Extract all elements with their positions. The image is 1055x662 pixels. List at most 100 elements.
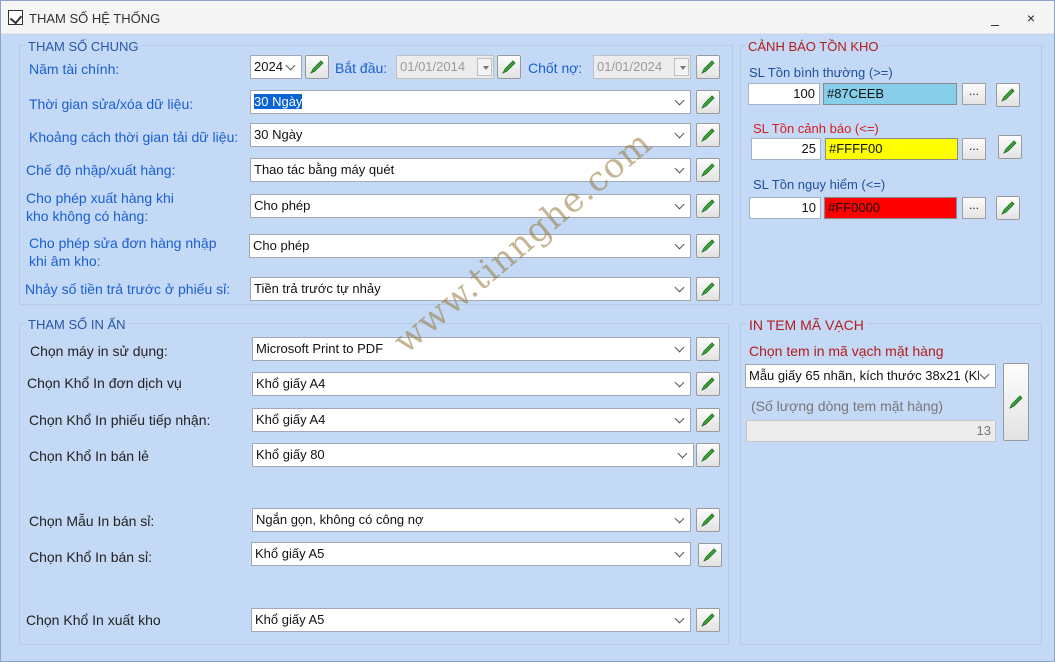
chevron-down-icon: [674, 124, 686, 146]
prepaid-edit-button[interactable]: [696, 277, 720, 301]
warning-color-browse-button[interactable]: ...: [962, 138, 986, 160]
warning-stock-edit-button[interactable]: [998, 135, 1022, 159]
allow-edit-edit-button[interactable]: [696, 234, 720, 258]
chevron-down-icon: [674, 91, 686, 113]
warehouse-paper-edit-button[interactable]: [696, 608, 720, 632]
start-date-picker[interactable]: 01/01/2014: [396, 55, 494, 79]
load-interval-edit-button[interactable]: [696, 123, 720, 147]
chevron-down-icon: [674, 278, 686, 300]
retail-paper-edit-button[interactable]: [696, 443, 720, 467]
receipt-paper-select[interactable]: Khổ giấy A4: [252, 408, 691, 432]
pencil-icon: [1001, 201, 1015, 215]
chevron-down-icon: [674, 338, 686, 360]
start-date-value: 01/01/2014: [400, 59, 466, 74]
allow-export-label: Cho phép xuất hàng khi: [26, 190, 174, 206]
load-interval-label: Khoảng cách thời gian tải dữ liệu:: [29, 129, 239, 145]
warehouse-paper-select[interactable]: Khổ giấy A5: [251, 608, 691, 632]
allow-export-label-2: kho không có hàng:: [26, 208, 149, 224]
edit-time-label: Thời gian sửa/xóa dữ liệu:: [29, 96, 194, 112]
fiscal-year-edit-button[interactable]: [305, 55, 329, 79]
barcode-lines-label: (Số lượng dòng tem mặt hàng): [751, 398, 944, 414]
barcode-group-title: IN TEM MÃ VẠCH: [746, 317, 867, 333]
barcode-lines-input[interactable]: 13: [746, 420, 996, 442]
chevron-down-icon: [674, 609, 686, 631]
barcode-template-select[interactable]: Mẫu giấy 65 nhãn, kích thước 38x21 (Kh: [745, 364, 996, 388]
chevron-down-icon: [674, 409, 686, 431]
barcode-template-value: Mẫu giấy 65 nhãn, kích thước 38x21 (Kh: [749, 368, 985, 383]
allow-edit-select[interactable]: Cho phép: [249, 234, 691, 258]
printer-edit-button[interactable]: [696, 337, 720, 361]
closing-date-picker[interactable]: 01/01/2024: [593, 55, 691, 79]
pencil-icon: [701, 163, 715, 177]
start-date-edit-button[interactable]: [497, 55, 521, 79]
allow-edit-label: Cho phép sửa đơn hàng nhập: [29, 235, 217, 251]
edit-time-edit-button[interactable]: [696, 90, 720, 114]
allow-export-select[interactable]: Cho phép: [250, 194, 691, 218]
service-paper-edit-button[interactable]: [696, 372, 720, 396]
warehouse-paper-value: Khổ giấy A5: [255, 612, 325, 627]
normal-stock-color[interactable]: #87CEEB: [823, 83, 957, 105]
wholesale-paper-select[interactable]: Khổ giấy A5: [251, 542, 691, 566]
pencil-icon: [701, 95, 715, 109]
normal-stock-input[interactable]: 100: [748, 83, 820, 105]
danger-color-browse-button[interactable]: ...: [962, 197, 986, 219]
calendar-dropdown-icon: [674, 58, 689, 76]
barcode-edit-button[interactable]: [1003, 363, 1029, 441]
edit-time-value: 30 Ngày: [254, 94, 303, 109]
printer-select[interactable]: Microsoft Print to PDF: [252, 337, 691, 361]
wholesale-template-edit-button[interactable]: [696, 508, 720, 532]
danger-stock-color[interactable]: #FF0000: [824, 197, 957, 219]
title-bar: THAM SỐ HỆ THỐNG _ ×: [1, 1, 1054, 34]
pencil-icon: [701, 413, 715, 427]
pencil-icon: [701, 199, 715, 213]
chevron-down-icon: [674, 159, 686, 181]
window-app-icon: [8, 10, 23, 25]
wholesale-template-label: Chọn Mẫu In bán sỉ:: [29, 513, 155, 529]
pencil-icon: [701, 513, 715, 527]
retail-paper-label: Chọn Khổ In bán lẻ: [29, 448, 149, 464]
print-group-title: THAM SỐ IN ẤN: [25, 317, 129, 332]
close-button[interactable]: ×: [1017, 7, 1045, 29]
pencil-icon: [701, 448, 715, 462]
wholesale-template-select[interactable]: Ngắn gọn, không có công nợ: [252, 508, 691, 532]
printer-label: Chọn máy in sử dụng:: [30, 343, 168, 359]
normal-color-browse-button[interactable]: ...: [962, 83, 986, 105]
allow-edit-label-2: khi âm kho:: [29, 253, 101, 269]
pencil-icon: [701, 128, 715, 142]
service-paper-select[interactable]: Khổ giấy A4: [252, 372, 691, 396]
edit-time-select[interactable]: 30 Ngày: [250, 90, 691, 114]
chevron-down-icon: [677, 444, 689, 466]
retail-paper-select[interactable]: Khổ giấy 80: [252, 443, 694, 467]
wholesale-paper-edit-button[interactable]: [698, 543, 722, 567]
warning-stock-input[interactable]: 25: [751, 138, 821, 160]
chevron-down-icon: [674, 543, 686, 565]
pencil-icon: [1009, 395, 1023, 409]
normal-stock-edit-button[interactable]: [996, 83, 1020, 107]
allow-export-value: Cho phép: [254, 198, 311, 213]
pencil-icon: [701, 60, 715, 74]
service-paper-value: Khổ giấy A4: [256, 376, 326, 391]
start-date-label: Bắt đầu:: [335, 60, 388, 76]
warning-stock-label: SL Tồn cảnh báo (<=): [753, 121, 879, 136]
calendar-dropdown-icon: [477, 58, 492, 76]
stock-alert-title: CẢNH BÁO TỒN KHO: [745, 39, 882, 54]
wholesale-template-value: Ngắn gọn, không có công nợ: [256, 512, 424, 527]
prepaid-value: Tiền trả trước tự nhảy: [254, 281, 381, 296]
io-mode-label: Chế độ nhập/xuất hàng:: [26, 162, 176, 178]
receipt-paper-edit-button[interactable]: [696, 408, 720, 432]
chevron-down-icon: [285, 56, 297, 78]
chevron-down-icon: [979, 365, 991, 387]
fiscal-year-select[interactable]: 2024: [250, 55, 302, 79]
io-mode-edit-button[interactable]: [696, 158, 720, 182]
closing-date-edit-button[interactable]: [696, 55, 720, 79]
pencil-icon: [1001, 88, 1015, 102]
wholesale-paper-value: Khổ giấy A5: [255, 546, 325, 561]
chevron-down-icon: [674, 509, 686, 531]
receipt-paper-label: Chọn Khổ In phiếu tiếp nhận:: [29, 412, 211, 428]
minimize-button[interactable]: _: [981, 7, 1009, 29]
danger-stock-input[interactable]: 10: [749, 197, 821, 219]
settings-window: THAM SỐ HỆ THỐNG _ × THAM SỐ CHUNG Năm t…: [0, 0, 1055, 662]
warning-stock-color[interactable]: #FFFF00: [825, 138, 958, 160]
danger-stock-edit-button[interactable]: [996, 196, 1020, 220]
allow-export-edit-button[interactable]: [696, 194, 720, 218]
